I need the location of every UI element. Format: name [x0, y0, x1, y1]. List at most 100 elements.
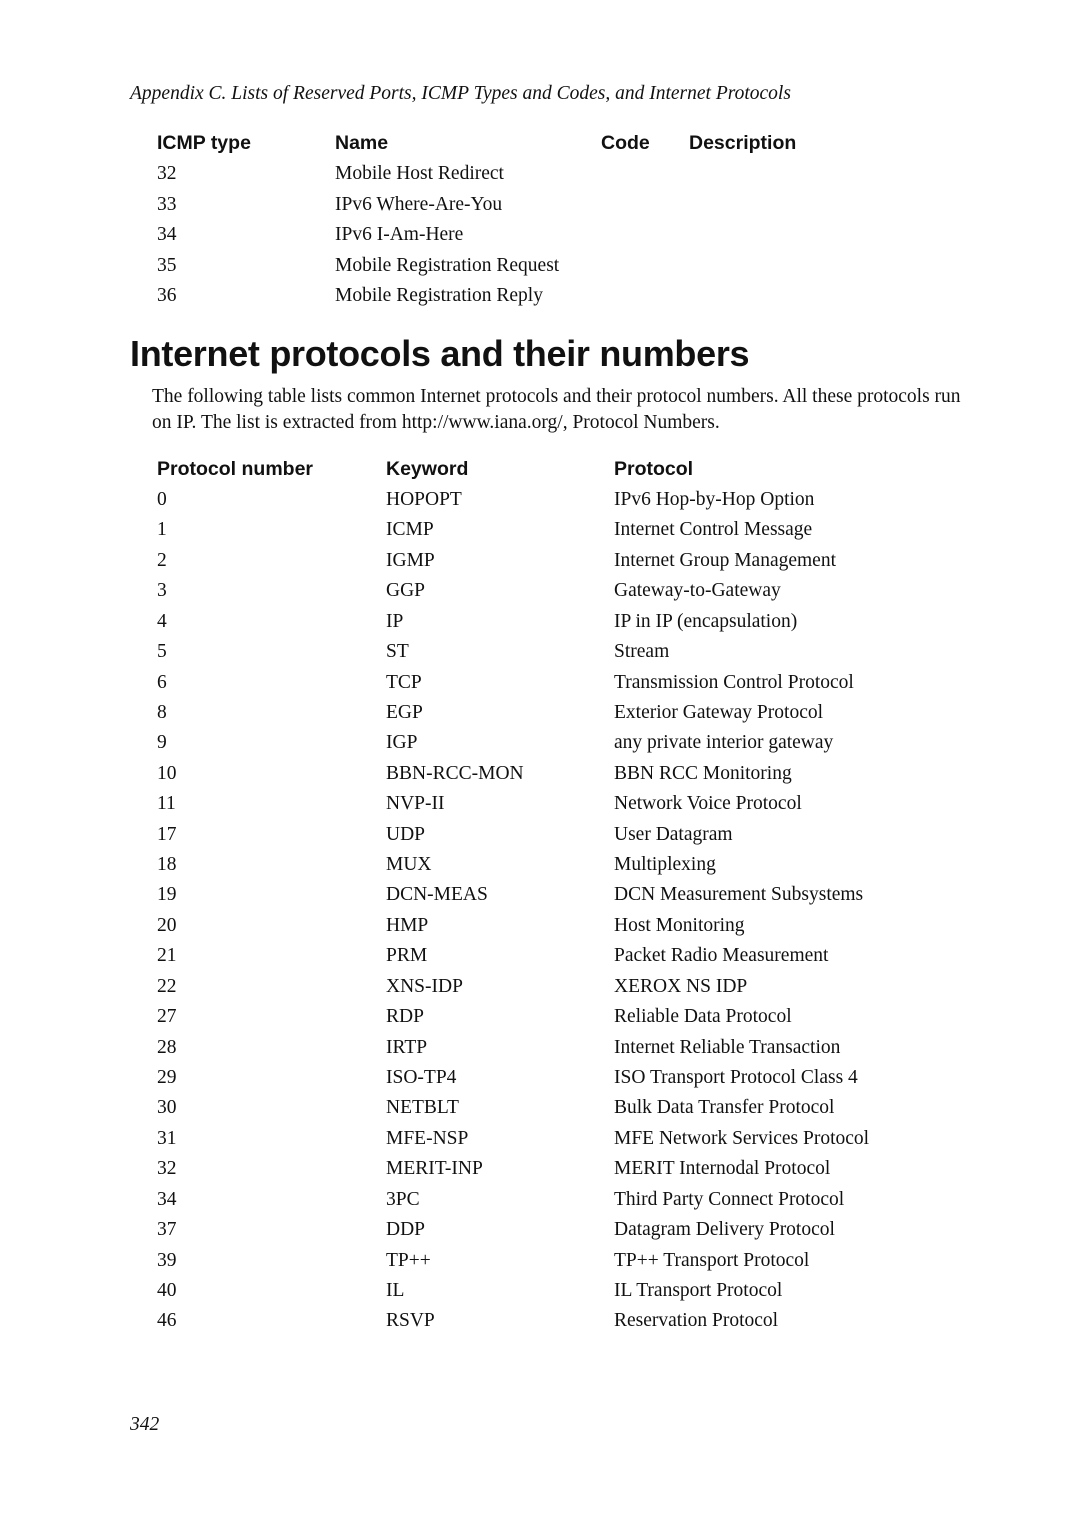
protocol-table-row: 5 ST Stream: [0, 641, 1080, 671]
protocol-keyword-cell: MERIT-INP: [386, 1158, 483, 1180]
protocol-name-cell: MERIT Internodal Protocol: [614, 1158, 831, 1180]
protocol-keyword-cell: HMP: [386, 914, 429, 936]
protocol-number-cell: 39: [157, 1249, 177, 1271]
protocol-number-cell: 20: [157, 914, 177, 936]
protocol-table-row: 20 HMP Host Monitoring: [0, 915, 1080, 945]
protocol-name-cell: Packet Radio Measurement: [614, 945, 829, 967]
protocol-keyword-cell: TP++: [386, 1249, 431, 1271]
protocol-table-row: 22 XNS-IDP XEROX NS IDP: [0, 976, 1080, 1006]
protocol-number-cell: 0: [157, 489, 167, 510]
protocol-keyword-cell: XNS-IDP: [386, 975, 463, 997]
protocol-table-row: 11 NVP-II Network Voice Protocol: [0, 793, 1080, 823]
protocol-keyword-cell: BBN-RCC-MON: [386, 762, 524, 784]
protocol-number-cell: 5: [157, 641, 167, 663]
icmp-type-cell: 33: [157, 193, 177, 215]
protocol-keyword-cell: MUX: [386, 854, 432, 876]
protocol-name-cell: IL Transport Protocol: [614, 1279, 783, 1301]
column-header-description: Description: [689, 132, 797, 154]
protocol-name-cell: Host Monitoring: [614, 914, 745, 936]
protocol-number-cell: 37: [157, 1219, 177, 1241]
protocol-number-cell: 40: [157, 1279, 177, 1301]
protocol-name-cell: any private interior gateway: [614, 732, 834, 754]
icmp-type-cell: 35: [157, 254, 177, 276]
protocol-name-cell: Reservation Protocol: [614, 1310, 779, 1332]
column-header-protocol-number: Protocol number: [157, 458, 314, 480]
protocol-number-cell: 3: [157, 580, 167, 602]
protocol-number-cell: 8: [157, 701, 167, 723]
protocol-table-row: 32 MERIT-INP MERIT Internodal Protocol: [0, 1158, 1080, 1188]
protocol-keyword-cell: PRM: [386, 945, 428, 967]
protocol-keyword-cell: UDP: [386, 823, 426, 845]
protocol-name-cell: MFE Network Services Protocol: [614, 1127, 870, 1149]
protocol-name-cell: DCN Measurement Subsystems: [614, 884, 864, 906]
protocol-name-cell: Exterior Gateway Protocol: [614, 701, 824, 723]
icmp-table-row: 35 Mobile Registration Request: [0, 255, 1080, 285]
protocol-name-cell: Gateway-to-Gateway: [614, 580, 781, 602]
protocol-table-row: 21 PRM Packet Radio Measurement: [0, 945, 1080, 975]
protocol-table-row: 0 HOPOPT IPv6 Hop-by-Hop Option: [0, 489, 1080, 519]
protocol-number-cell: 29: [157, 1066, 177, 1088]
protocol-name-cell: BBN RCC Monitoring: [614, 762, 792, 784]
protocol-number-cell: 4: [157, 610, 167, 632]
protocol-table-row: 39 TP++ TP++ Transport Protocol: [0, 1250, 1080, 1280]
protocol-table-row: 17 UDP User Datagram: [0, 824, 1080, 854]
protocol-keyword-cell: TCP: [386, 671, 422, 693]
protocol-keyword-cell: IP: [386, 610, 404, 632]
icmp-type-cell: 34: [157, 224, 177, 245]
protocol-keyword-cell: ICMP: [386, 519, 434, 541]
protocol-keyword-cell: 3PC: [386, 1188, 420, 1210]
icmp-name-cell: Mobile Host Redirect: [335, 163, 504, 184]
protocol-keyword-cell: ST: [386, 641, 409, 663]
protocol-number-cell: 34: [157, 1188, 177, 1210]
protocol-table-row: 29 ISO-TP4 ISO Transport Protocol Class 4: [0, 1067, 1080, 1097]
protocol-number-cell: 22: [157, 975, 177, 997]
protocol-table-row: 18 MUX Multiplexing: [0, 854, 1080, 884]
protocol-name-cell: User Datagram: [614, 823, 733, 845]
protocol-keyword-cell: NETBLT: [386, 1097, 459, 1119]
protocol-table-row: 10 BBN-RCC-MON BBN RCC Monitoring: [0, 763, 1080, 793]
column-header-icmp-type: ICMP type: [157, 132, 251, 154]
protocol-number-cell: 18: [157, 854, 177, 876]
protocol-name-cell: IPv6 Hop-by-Hop Option: [614, 489, 815, 510]
protocol-table-row: 9 IGP any private interior gateway: [0, 732, 1080, 762]
protocol-number-cell: 21: [157, 945, 177, 967]
protocol-name-cell: Internet Control Message: [614, 519, 813, 541]
protocol-keyword-cell: DDP: [386, 1219, 426, 1241]
protocol-table-row: 6 TCP Transmission Control Protocol: [0, 672, 1080, 702]
protocol-name-cell: Datagram Delivery Protocol: [614, 1219, 835, 1241]
protocol-table-row: 1 ICMP Internet Control Message: [0, 519, 1080, 549]
protocol-number-cell: 10: [157, 762, 177, 784]
protocol-table-row: 27 RDP Reliable Data Protocol: [0, 1006, 1080, 1036]
protocol-keyword-cell: RDP: [386, 1006, 424, 1028]
protocol-number-cell: 46: [157, 1310, 177, 1332]
protocol-keyword-cell: MFE-NSP: [386, 1127, 469, 1149]
protocol-name-cell: ISO Transport Protocol Class 4: [614, 1066, 858, 1088]
icmp-name-cell: IPv6 Where-Are-You: [335, 193, 503, 215]
protocol-number-cell: 6: [157, 671, 167, 693]
protocol-table-row: 30 NETBLT Bulk Data Transfer Protocol: [0, 1097, 1080, 1127]
protocol-table-row: 46 RSVP Reservation Protocol: [0, 1310, 1080, 1340]
column-header-protocol: Protocol: [614, 458, 694, 480]
protocol-keyword-cell: ISO-TP4: [386, 1066, 457, 1088]
protocol-name-cell: Third Party Connect Protocol: [614, 1188, 845, 1210]
icmp-type-cell: 36: [157, 285, 177, 306]
column-header-keyword: Keyword: [386, 458, 469, 480]
protocol-table-row: 40 IL IL Transport Protocol: [0, 1280, 1080, 1310]
protocol-table-row: 34 3PC Third Party Connect Protocol: [0, 1189, 1080, 1219]
protocol-number-cell: 9: [157, 732, 167, 754]
protocol-name-cell: XEROX NS IDP: [614, 975, 748, 997]
protocol-name-cell: Reliable Data Protocol: [614, 1006, 792, 1028]
protocol-keyword-cell: GGP: [386, 580, 426, 602]
protocol-keyword-cell: HOPOPT: [386, 489, 462, 510]
icmp-name-cell: Mobile Registration Reply: [335, 285, 543, 306]
protocol-number-cell: 31: [157, 1127, 177, 1149]
icmp-name-cell: Mobile Registration Request: [335, 254, 560, 276]
protocol-name-cell: TP++ Transport Protocol: [614, 1249, 810, 1271]
protocol-keyword-cell: RSVP: [386, 1310, 435, 1332]
protocol-keyword-cell: IRTP: [386, 1036, 428, 1058]
protocol-number-cell: 11: [157, 793, 176, 815]
protocol-name-cell: Internet Reliable Transaction: [614, 1036, 841, 1058]
protocol-keyword-cell: DCN-MEAS: [386, 884, 488, 906]
icmp-table-row: 33 IPv6 Where-Are-You: [0, 194, 1080, 224]
protocol-name-cell: IP in IP (encapsulation): [614, 610, 798, 632]
